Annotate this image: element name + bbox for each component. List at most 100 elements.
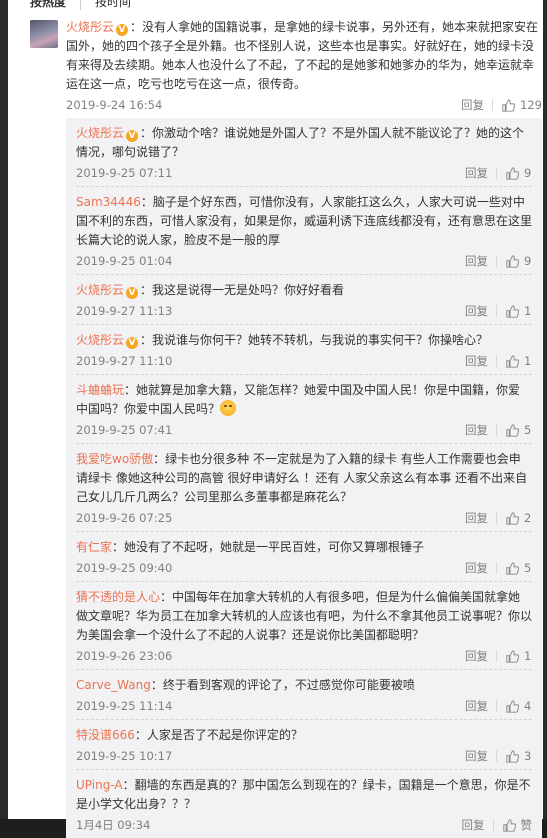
reply-item: 火烧彤云 V ：你激动个啥？谁说她是外国人了？不是外国人就不能议论了？她的这个情况，…	[76, 118, 532, 187]
vip-badge-icon: V	[126, 130, 139, 142]
reply-text: 火烧彤云 V ：我说谁与你何干？她转不转机，与我说的事实何干？你操啥心？	[76, 331, 532, 350]
reply-content: ：终于看到客观的评论了，不过感觉你可能要被喷	[150, 678, 415, 692]
like-count: 9	[524, 166, 532, 180]
vip-badge-icon: V	[126, 287, 139, 299]
reply-text: 有仁家：她没有了不起呀，她就是一平民百姓，可你又算哪根锤子	[76, 538, 532, 557]
reply-item: 火烧彤云 V ：我这是说得一无是处吗？你好好看看 2019-9-27 11:13 回复 1	[76, 275, 532, 325]
reply-time: 2019-9-27 11:13	[76, 304, 173, 318]
reply-list: 火烧彤云 V ：你激动个啥？谁说她是外国人了？不是外国人就不能议论了？她的这个情况，…	[66, 118, 542, 838]
thumb-up-icon[interactable]	[506, 749, 519, 763]
reply-button[interactable]: 回复	[461, 94, 492, 116]
reply-content: ：翻墙的东西是真的？那中国怎么到现在的？绿卡，国籍是一个意思，你是不是小学文化出…	[76, 778, 531, 811]
reply-item: 斗蛐蛐玩：她就算是加拿大籍，又能怎样？她爱中国及中国人民！你是中国籍，你爱中国吗…	[76, 375, 532, 444]
thumb-up-icon[interactable]	[506, 699, 519, 713]
action-divider	[496, 562, 497, 574]
tab-sort-time[interactable]: 按时间	[95, 0, 131, 9]
reply-username[interactable]: 我爱吃wo骄傲	[76, 452, 153, 466]
reply-text: 特没谱666：人家是否了不起是你评定的？	[76, 726, 532, 745]
like-count: 9	[524, 254, 532, 268]
reply-item: Sam34446：脑子是个好东西，可惜你没有，人家能扛这么久，人家大可说一些对中…	[76, 187, 532, 275]
thumb-up-icon[interactable]	[506, 561, 519, 575]
thumb-up-icon[interactable]	[506, 649, 519, 663]
reply-username[interactable]: 火烧彤云	[76, 283, 124, 297]
reply-meta: 2019-9-26 07:25 回复 2	[76, 507, 532, 531]
reply-time: 2019-9-26 07:25	[76, 511, 173, 525]
comment-username[interactable]: 火烧彤云	[66, 20, 114, 34]
reply-meta: 2019-9-27 11:10 回复 1	[76, 350, 532, 374]
reply-content: ：我说谁与你何干？她转不转机，与我说的事实何干？你操啥心？	[140, 333, 489, 347]
reply-content: ：人家是否了不起是你评定的？	[134, 728, 303, 742]
reply-time: 2019-9-25 09:40	[76, 561, 173, 575]
reply-text: 火烧彤云 V ：你激动个啥？谁说她是外国人了？不是外国人就不能议论了？她的这个情况，…	[76, 124, 532, 162]
reply-time: 2019-9-25 07:41	[76, 423, 173, 437]
reply-username[interactable]: UPing-A	[76, 778, 123, 792]
action-divider	[492, 819, 494, 831]
like-count: 1	[524, 649, 532, 663]
reply-time: 2019-9-26 23:06	[76, 649, 173, 663]
reply-button[interactable]: 回复	[465, 695, 496, 717]
reply-meta: 2019-9-27 11:13 回复 1	[76, 300, 532, 324]
reply-button[interactable]: 回复	[465, 300, 496, 322]
reply-content: ：她就算是加拿大籍，又能怎样？她爱中国及中国人民！你是中国籍，你爱中国吗？你爱中…	[76, 383, 521, 416]
reply-item: 我爱吃wo骄傲：绿卡也分很多种 不一定就是为了入籍的绿卡 有些人工作需要也会申请…	[76, 444, 532, 532]
sort-tabs: 按热度 按时间	[30, 0, 131, 12]
reply-username[interactable]: Carve_Wang	[76, 678, 151, 692]
thumb-up-icon[interactable]	[502, 818, 516, 832]
reply-text: Carve_Wang：终于看到客观的评论了，不过感觉你可能要被喷	[76, 676, 532, 695]
reply-button[interactable]: 回复	[465, 162, 496, 184]
reply-username[interactable]: 火烧彤云	[76, 126, 124, 140]
reply-username[interactable]: 斗蛐蛐玩	[76, 383, 124, 397]
reply-meta: 1月4日 09:34 回复 赞	[76, 814, 532, 838]
vip-badge-icon: V	[116, 24, 129, 36]
reply-content: ：你激动个啥？谁说她是外国人了？不是外国人就不能议论了？她的这个情况，哪句说错了…	[76, 126, 525, 159]
reply-meta: 2019-9-25 07:11 回复 9	[76, 162, 532, 186]
reply-username[interactable]: 有仁家	[76, 540, 112, 554]
thumb-up-icon[interactable]	[506, 166, 519, 180]
reply-username[interactable]: 猜不透的是人心	[76, 590, 160, 604]
reply-item: 火烧彤云 V ：我说谁与你何干？她转不转机，与我说的事实何干？你操啥心？ 2019-9…	[76, 325, 532, 375]
reply-button[interactable]: 回复	[465, 557, 496, 579]
reply-username[interactable]: 火烧彤云	[76, 333, 124, 347]
reply-button[interactable]: 回复	[462, 814, 493, 836]
like-count: 1	[524, 304, 532, 318]
thumb-up-icon[interactable]	[502, 98, 516, 112]
reply-content: ：脑子是个好东西，可惜你没有，人家能扛这么久，人家大可说一些对中国不利的东西，可…	[76, 195, 533, 247]
reply-time: 2019-9-25 07:11	[76, 166, 173, 180]
action-divider	[496, 355, 497, 367]
like-count: 3	[524, 749, 532, 763]
reply-meta: 2019-9-25 10:17 回复 3	[76, 745, 532, 769]
reply-text: 斗蛐蛐玩：她就算是加拿大籍，又能怎样？她爱中国及中国人民！你是中国籍，你爱中国吗…	[76, 381, 532, 419]
action-divider	[492, 99, 494, 111]
tab-sort-hot[interactable]: 按热度	[30, 0, 66, 9]
reply-button[interactable]: 回复	[465, 250, 496, 272]
comment-text: 火烧彤云 V ：没有人拿她的国籍说事，是拿她的绿卡说事，另外还有，她本来就把家安在国…	[66, 18, 542, 94]
thumb-up-icon[interactable]	[506, 304, 519, 318]
reply-button[interactable]: 回复	[465, 350, 496, 372]
reply-username[interactable]: Sam34446	[76, 195, 141, 209]
reply-button[interactable]: 回复	[465, 419, 496, 441]
reply-text: 火烧彤云 V ：我这是说得一无是处吗？你好好看看	[76, 281, 532, 300]
reply-item: 有仁家：她没有了不起呀，她就是一平民百姓，可你又算哪根锤子 2019-9-25 0…	[76, 532, 532, 582]
comment-content: ：没有人拿她的国籍说事，是拿她的绿卡说事，另外还有，她本来就把家安在国外，她的四…	[66, 20, 539, 91]
like-count: 赞	[520, 818, 533, 832]
action-divider	[496, 650, 497, 662]
avatar[interactable]	[30, 20, 58, 48]
smile-emoji-icon	[220, 400, 237, 416]
reply-button[interactable]: 回复	[465, 645, 496, 667]
reply-text: UPing-A：翻墙的东西是真的？那中国怎么到现在的？绿卡，国籍是一个意思，你是…	[76, 776, 532, 814]
reply-button[interactable]: 回复	[465, 745, 496, 767]
reply-meta: 2019-9-26 23:06 回复 1	[76, 645, 532, 669]
action-divider	[496, 750, 497, 762]
like-count: 4	[524, 699, 532, 713]
reply-item: 特没谱666：人家是否了不起是你评定的？ 2019-9-25 10:17 回复 3	[76, 720, 532, 770]
reply-username[interactable]: 特没谱666	[76, 728, 135, 742]
thumb-up-icon[interactable]	[506, 511, 519, 525]
reply-button[interactable]: 回复	[465, 507, 496, 529]
thumb-up-icon[interactable]	[506, 423, 519, 437]
reply-time: 1月4日 09:34	[76, 818, 151, 832]
thumb-up-icon[interactable]	[506, 254, 519, 268]
thumb-up-icon[interactable]	[506, 354, 519, 368]
like-count: 2	[524, 511, 532, 525]
reply-meta: 2019-9-25 01:04 回复 9	[76, 250, 532, 274]
reply-text: Sam34446：脑子是个好东西，可惜你没有，人家能扛这么久，人家大可说一些对中…	[76, 193, 532, 250]
